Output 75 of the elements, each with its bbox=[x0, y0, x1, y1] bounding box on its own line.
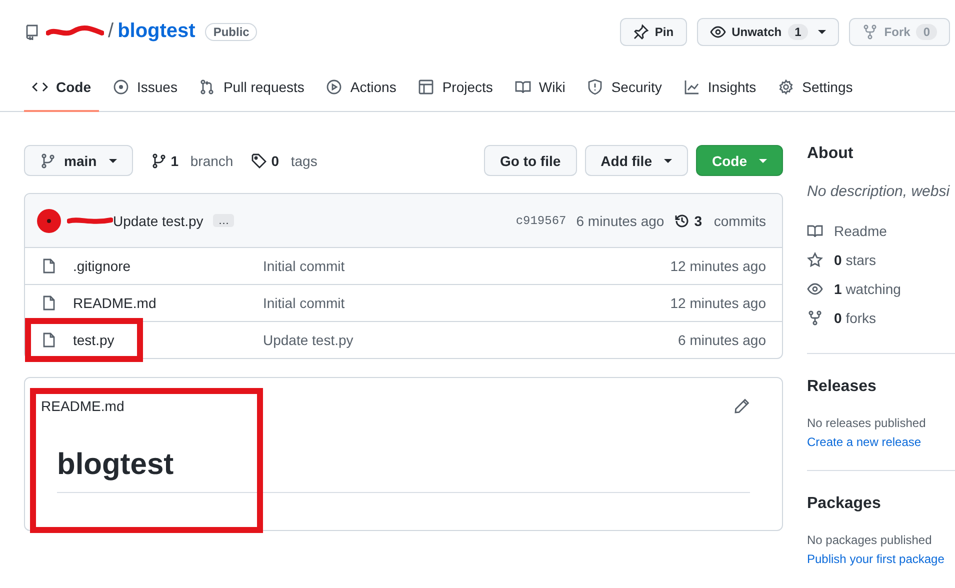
branch-icon bbox=[40, 152, 56, 168]
readme-link[interactable]: Readme bbox=[807, 216, 955, 245]
branches-link[interactable]: 1 branch bbox=[150, 152, 234, 168]
tags-link[interactable]: 0 tags bbox=[251, 152, 318, 168]
visibility-label: Public bbox=[205, 22, 258, 40]
commit-message-link[interactable]: Initial commit bbox=[263, 258, 670, 274]
commit-message-link[interactable]: Update test.py bbox=[113, 212, 204, 228]
file-icon bbox=[41, 332, 57, 348]
commit-message-link[interactable]: Update test.py bbox=[263, 332, 678, 348]
file-name-link[interactable]: .gitignore bbox=[73, 258, 263, 274]
commit-time: 6 minutes ago bbox=[678, 332, 766, 348]
eye-icon bbox=[710, 24, 726, 40]
nav-tab[interactable]: Settings bbox=[770, 63, 861, 112]
star-icon bbox=[807, 252, 823, 268]
file-icon bbox=[41, 295, 57, 311]
graph-icon bbox=[684, 78, 700, 94]
expand-button[interactable]: … bbox=[213, 214, 234, 227]
redaction-scribble bbox=[67, 214, 113, 226]
star-link[interactable]: 0 stars bbox=[807, 245, 955, 274]
redaction-scribble bbox=[46, 24, 104, 38]
settings-icon bbox=[778, 78, 794, 94]
packages-note: No packages published bbox=[807, 533, 933, 547]
caret-icon bbox=[108, 158, 117, 162]
shield-icon bbox=[587, 78, 604, 94]
fork-icon bbox=[862, 24, 878, 40]
commits-link[interactable]: 3 commits bbox=[674, 212, 766, 228]
pull-request-icon bbox=[199, 78, 216, 94]
commit-time: 12 minutes ago bbox=[670, 258, 766, 274]
about-heading: About bbox=[807, 145, 854, 164]
nav-tab[interactable]: Code bbox=[24, 63, 99, 112]
book-icon bbox=[807, 222, 823, 238]
tag-icon bbox=[251, 152, 268, 168]
nav-tab[interactable]: Projects bbox=[410, 63, 501, 112]
eye-link[interactable]: 1 watching bbox=[807, 274, 955, 303]
watch-button[interactable]: Unwatch 1 bbox=[696, 18, 840, 46]
pin-button[interactable]: Pin bbox=[620, 18, 687, 46]
table-icon bbox=[418, 78, 434, 94]
commit-time: 6 minutes ago bbox=[576, 212, 664, 228]
file-name-link[interactable]: README.md bbox=[73, 295, 263, 311]
branch-icon bbox=[150, 152, 167, 168]
nav-tab[interactable]: Wiki bbox=[506, 63, 574, 112]
path-separator: / bbox=[108, 20, 114, 43]
publish-package-link[interactable]: Publish your first package bbox=[807, 552, 944, 566]
file-action-button[interactable]: Go to file bbox=[484, 145, 577, 176]
nav-tab[interactable]: Issues bbox=[105, 63, 186, 112]
repo-description: No description, websi bbox=[807, 183, 951, 200]
fork-icon bbox=[807, 310, 823, 326]
file-name-link[interactable]: test.py bbox=[73, 332, 263, 348]
create-release-link[interactable]: Create a new release bbox=[807, 435, 922, 449]
nav-tab[interactable]: Insights bbox=[676, 63, 764, 112]
commit-message-link[interactable]: Initial commit bbox=[263, 295, 670, 311]
packages-heading: Packages bbox=[807, 495, 882, 514]
eye-icon bbox=[807, 280, 823, 296]
releases-note: No releases published bbox=[807, 416, 927, 430]
commit-time: 12 minutes ago bbox=[670, 295, 766, 311]
edit-icon[interactable] bbox=[734, 398, 750, 414]
repo-name-link[interactable]: blogtest bbox=[118, 20, 196, 43]
history-icon bbox=[674, 212, 690, 228]
readme-heading: blogtest bbox=[57, 448, 750, 493]
repo-icon bbox=[24, 24, 40, 40]
releases-heading: Releases bbox=[807, 378, 878, 397]
nav-tab[interactable]: Security bbox=[579, 63, 670, 112]
nav-tab[interactable]: Actions bbox=[318, 63, 404, 112]
book-icon bbox=[514, 78, 531, 94]
branch-select[interactable]: main bbox=[24, 145, 133, 176]
readme-title: README.md bbox=[41, 398, 124, 414]
pin-icon bbox=[632, 24, 649, 40]
file-icon bbox=[41, 258, 57, 274]
nav-tab[interactable]: Pull requests bbox=[191, 63, 312, 112]
fork-link[interactable]: 0 forks bbox=[807, 303, 955, 332]
commit-hash-link[interactable]: c919567 bbox=[516, 214, 566, 228]
avatar bbox=[37, 208, 61, 232]
issue-icon bbox=[113, 78, 129, 94]
play-icon bbox=[326, 78, 342, 94]
file-action-button[interactable]: Add file bbox=[584, 145, 688, 176]
